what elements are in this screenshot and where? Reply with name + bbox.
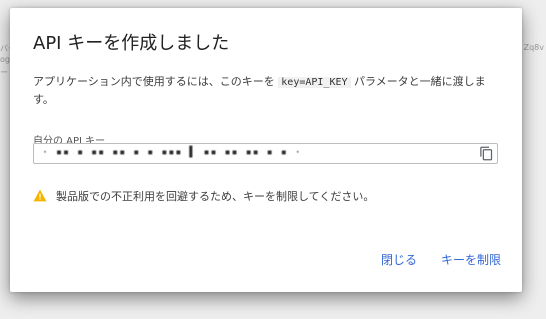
background-text: og [0,55,10,64]
warning-icon [33,187,56,206]
dialog-description: アプリケーション内で使用するには、このキーを key=API_KEY パラメータ… [33,73,493,108]
restrict-key-button[interactable]: キーを制限 [441,251,501,268]
warning-row: 製品版での不正利用を回避するため、キーを制限してください。 [33,188,374,204]
close-button[interactable]: 閉じる [381,251,417,268]
dialog-title: API キーを作成しました [33,33,230,54]
warning-text: 製品版での不正利用を回避するため、キーを制限してください。 [56,190,375,203]
api-key-field[interactable]: · ▪▪ ▪ ▪▪ ▪▪ ▪ ▪ ▪▪▪ ▌ ▪▪ ▪▪ ▪▪ ▪ ▪ · [33,143,498,164]
background-text: ー [0,68,8,77]
description-text: アプリケーション内で使用するには、このキーを [33,75,275,88]
copy-icon[interactable] [479,146,494,161]
api-key-created-dialog: API キーを作成しました アプリケーション内で使用するには、このキーを key… [10,8,522,292]
background-text: Zq8v [523,43,544,52]
dialog-actions: 閉じる キーを制限 [381,251,501,268]
description-code: key=API_KEY [278,77,351,88]
api-key-value[interactable]: · ▪▪ ▪ ▪▪ ▪▪ ▪ ▪ ▪▪▪ ▌ ▪▪ ▪▪ ▪▪ ▪ ▪ · [42,147,302,158]
